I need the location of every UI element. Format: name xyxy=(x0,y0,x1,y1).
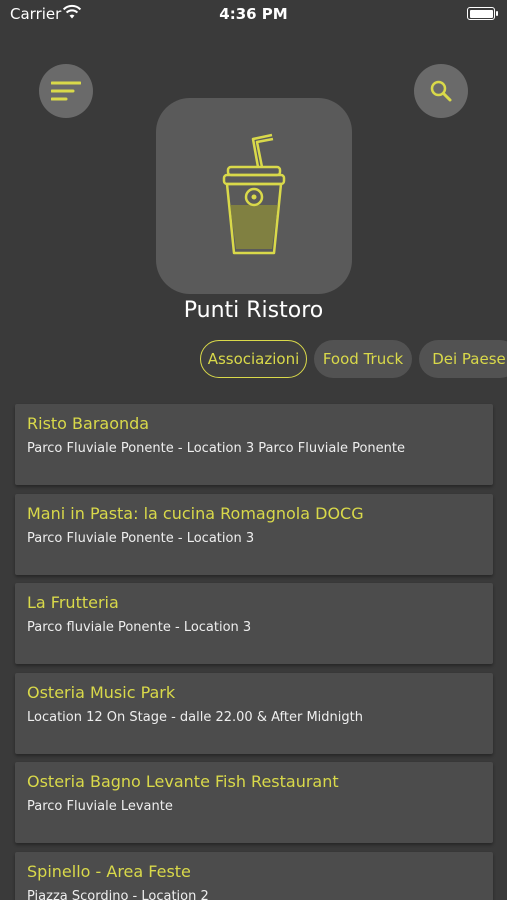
screen: Carrier 4:36 PM Punti Ristoro Associazio… xyxy=(0,0,507,900)
search-icon xyxy=(430,80,452,102)
page-title: Punti Ristoro xyxy=(183,298,324,323)
places-list: Risto Baraonda Parco Fluviale Ponente - … xyxy=(15,404,493,900)
menu-icon xyxy=(51,81,81,101)
drink-cup-icon xyxy=(222,133,286,255)
battery-icon xyxy=(467,7,498,20)
chip-dei-paese[interactable]: Dei Paese xyxy=(419,340,507,378)
place-name: Risto Baraonda xyxy=(27,414,150,433)
place-location: Parco Fluviale Ponente - Location 3 xyxy=(27,530,255,546)
search-button[interactable] xyxy=(414,64,468,118)
list-item[interactable]: Spinello - Area Feste Piazza Scordino - … xyxy=(15,851,493,900)
place-location: Parco Fluviale Ponente - Location 3 Parc… xyxy=(27,441,405,456)
list-item[interactable]: Risto Baraonda Parco Fluviale Ponente - … xyxy=(15,404,493,485)
place-location: Parco fluviale Ponente - Location 3 xyxy=(27,620,252,635)
chip-associazioni[interactable]: Associazioni xyxy=(200,340,307,378)
menu-button[interactable] xyxy=(39,64,93,118)
status-bar: Carrier 4:36 PM xyxy=(0,0,507,28)
list-item[interactable]: Mani in Pasta: la cucina Romagnola DOCG … xyxy=(15,493,493,575)
place-name: Osteria Bagno Levante Fish Restaurant xyxy=(27,772,339,791)
status-time: 4:36 PM xyxy=(219,5,288,23)
app-logo xyxy=(156,98,352,294)
place-name: Spinello - Area Feste xyxy=(27,861,191,881)
list-item[interactable]: Osteria Music Park Location 12 On Stage … xyxy=(15,672,493,754)
chip-food-truck[interactable]: Food Truck xyxy=(314,340,412,378)
place-name: Mani in Pasta: la cucina Romagnola DOCG xyxy=(27,503,364,523)
list-item[interactable]: Osteria Bagno Levante Fish Restaurant Pa… xyxy=(15,762,493,843)
filter-chips: Associazioni Food Truck Dei Paese xyxy=(0,340,507,380)
place-location: Parco Fluviale Levante xyxy=(27,799,173,814)
place-location: Location 12 On Stage - dalle 22.00 & Aft… xyxy=(27,709,363,725)
place-location: Piazza Scordino - Location 2 xyxy=(27,888,209,900)
place-name: La Frutteria xyxy=(27,593,119,612)
list-item[interactable]: La Frutteria Parco fluviale Ponente - Lo… xyxy=(15,583,493,664)
place-name: Osteria Music Park xyxy=(27,682,176,702)
